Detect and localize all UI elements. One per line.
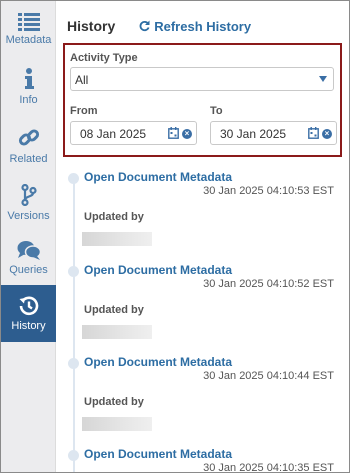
chat-bubbles-icon <box>17 241 41 260</box>
sidebar-item-info[interactable]: Info <box>1 57 56 112</box>
page-title: History <box>67 18 116 34</box>
to-label: To <box>210 105 223 117</box>
clear-to-date-icon[interactable]: × <box>322 129 332 139</box>
timeline-dot <box>68 173 79 184</box>
activity-name-link[interactable]: Open Document Metadata <box>84 170 232 184</box>
filter-section: Activity Type All From To 08 Jan 2025 × … <box>63 43 342 157</box>
timeline-dot <box>68 450 79 461</box>
activity-type-value: All <box>75 73 89 87</box>
activity-timestamp: 30 Jan 2025 04:10:44 EST <box>203 370 334 382</box>
to-date-input[interactable]: 30 Jan 2025 × <box>210 121 337 145</box>
from-date-input[interactable]: 08 Jan 2025 × <box>70 121 197 145</box>
refresh-history-button[interactable]: Refresh History <box>139 19 251 34</box>
sidebar-item-metadata[interactable]: Metadata <box>1 1 56 56</box>
sidebar-item-label: History <box>11 320 46 332</box>
redacted-user-name <box>82 417 152 431</box>
to-date-value: 30 Jan 2025 <box>220 127 287 141</box>
timeline-dot <box>68 266 79 277</box>
activity-name-link[interactable]: Open Document Metadata <box>84 355 232 369</box>
link-icon <box>18 129 39 146</box>
updated-by-label: Updated by <box>84 211 144 223</box>
from-label: From <box>70 105 98 117</box>
updated-by-label: Updated by <box>84 396 144 408</box>
info-icon <box>24 68 34 89</box>
redacted-user-name <box>82 232 152 246</box>
sidebar-item-versions[interactable]: Versions <box>1 173 56 228</box>
updated-by-label: Updated by <box>84 304 144 316</box>
sidebar-item-related[interactable]: Related <box>1 116 56 171</box>
from-date-value: 08 Jan 2025 <box>80 127 147 141</box>
activity-timestamp: 30 Jan 2025 04:10:52 EST <box>203 278 334 290</box>
activity-name-link[interactable]: Open Document Metadata <box>84 447 232 461</box>
sidebar-item-label: Queries <box>9 264 48 276</box>
activity-type-select[interactable]: All <box>70 67 334 91</box>
activity-timestamp: 30 Jan 2025 04:10:35 EST <box>203 462 334 473</box>
chevron-down-icon <box>319 76 327 82</box>
calendar-icon[interactable] <box>308 127 319 139</box>
history-icon <box>19 296 38 316</box>
sidebar-item-label: Info <box>19 94 38 106</box>
redacted-user-name <box>82 325 152 339</box>
sidebar-item-queries[interactable]: Queries <box>1 229 56 284</box>
list-icon <box>17 13 40 31</box>
clear-from-date-icon[interactable]: × <box>182 129 192 139</box>
sidebar-item-label: Related <box>9 153 48 165</box>
timeline-line <box>73 181 75 472</box>
activity-name-link[interactable]: Open Document Metadata <box>84 263 232 277</box>
activity-type-label: Activity Type <box>70 52 138 64</box>
sidebar-item-label: Versions <box>7 210 50 222</box>
history-panel: Metadata Info Related Versions Queries H… <box>0 0 350 473</box>
activity-timestamp: 30 Jan 2025 04:10:53 EST <box>203 185 334 197</box>
refresh-history-label: Refresh History <box>154 18 252 34</box>
panel-header: History Refresh History <box>67 18 251 34</box>
timeline-dot <box>68 358 79 369</box>
sidebar-item-label: Metadata <box>5 34 52 46</box>
history-content: History Refresh History Activity Type Al… <box>56 1 349 473</box>
sidebar-item-history[interactable]: History <box>1 285 56 342</box>
calendar-icon[interactable] <box>168 127 179 139</box>
branch-icon <box>20 184 37 206</box>
refresh-icon <box>139 20 150 32</box>
sidebar: Metadata Info Related Versions Queries H… <box>1 1 56 472</box>
